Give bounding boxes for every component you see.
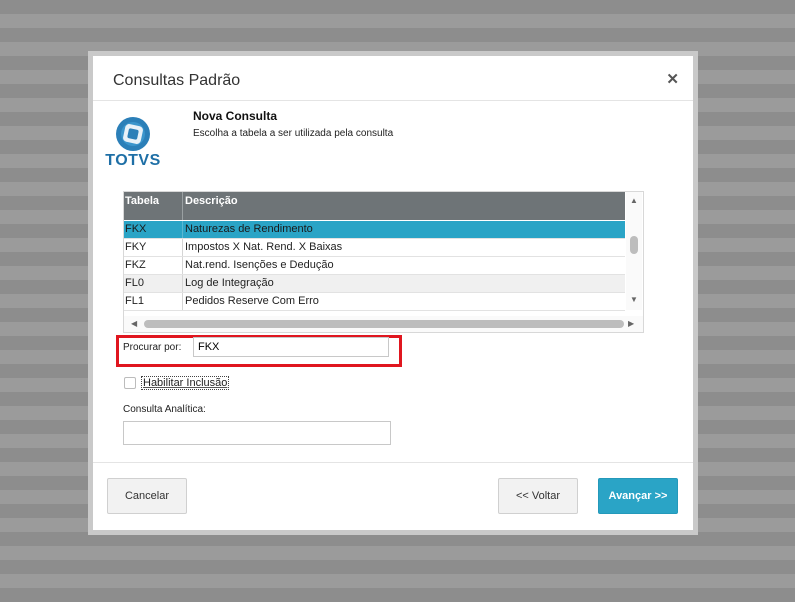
table-row[interactable]: FL1 Pedidos Reserve Com Erro (124, 293, 625, 311)
cell-descricao: Pedidos Reserve Com Erro (185, 295, 319, 307)
consultas-padrao-dialog: Consultas Padrão ✕ TOTVS Nova Consulta E… (93, 56, 693, 530)
dialog-titlebar: Consultas Padrão ✕ (93, 56, 693, 101)
table-row[interactable]: FL0 Log de Integração (124, 275, 625, 293)
consulta-analitica-input[interactable] (123, 421, 391, 445)
grid-header: Tabela Descrição (124, 192, 625, 220)
next-button[interactable]: Avançar >> (598, 478, 678, 514)
tables-grid: Tabela Descrição FKX Naturezas de Rendim… (123, 191, 644, 333)
scroll-left-icon[interactable]: ◀ (131, 319, 137, 328)
scroll-right-icon[interactable]: ▶ (628, 319, 634, 328)
cell-tabela: FL0 (125, 277, 144, 289)
totvs-logo: TOTVS (105, 112, 161, 172)
cell-descricao: Impostos X Nat. Rend. X Baixas (185, 241, 343, 253)
footer-divider (93, 462, 693, 463)
grid-horizontal-scrollbar[interactable]: ◀ ▶ (124, 316, 643, 332)
column-header-descricao[interactable]: Descrição (185, 195, 238, 207)
consulta-analitica-label: Consulta Analítica: (123, 404, 206, 415)
column-header-tabela[interactable]: Tabela (125, 195, 159, 207)
totvs-logo-mark (116, 117, 150, 151)
header-title: Nova Consulta (193, 109, 278, 123)
search-label: Procurar por: (123, 342, 182, 353)
cell-descricao: Naturezas de Rendimento (185, 223, 313, 235)
table-row[interactable]: FKZ Nat.rend. Isenções e Dedução (124, 257, 625, 275)
cell-tabela: FKZ (125, 259, 146, 271)
scroll-down-icon[interactable]: ▼ (630, 295, 638, 304)
grid-body: FKX Naturezas de Rendimento FKY Impostos… (124, 221, 625, 311)
cell-tabela: FL1 (125, 295, 144, 307)
logo-wordmark: TOTVS (105, 152, 161, 169)
close-icon[interactable]: ✕ (666, 70, 679, 88)
dialog-frame: Consultas Padrão ✕ TOTVS Nova Consulta E… (88, 51, 698, 535)
cell-tabela: FKY (125, 241, 147, 253)
dialog-title: Consultas Padrão (113, 72, 241, 89)
cancel-button[interactable]: Cancelar (107, 478, 187, 514)
habilitar-inclusao-label[interactable]: Habilitar Inclusão (141, 376, 230, 390)
grid-vertical-scrollbar[interactable]: ▲ ▼ (626, 192, 642, 310)
header-subtitle: Escolha a tabela a ser utilizada pela co… (193, 128, 394, 139)
habilitar-inclusao-checkbox[interactable] (124, 377, 136, 389)
scroll-up-icon[interactable]: ▲ (630, 196, 638, 205)
table-row[interactable]: FKY Impostos X Nat. Rend. X Baixas (124, 239, 625, 257)
cell-tabela: FKX (125, 223, 147, 235)
cell-descricao: Nat.rend. Isenções e Dedução (185, 259, 334, 271)
table-row[interactable]: FKX Naturezas de Rendimento (124, 221, 625, 239)
search-input[interactable] (193, 337, 389, 357)
vertical-scroll-thumb[interactable] (630, 236, 638, 254)
back-button[interactable]: << Voltar (498, 478, 578, 514)
horizontal-scroll-thumb[interactable] (144, 320, 624, 328)
cell-descricao: Log de Integração (185, 277, 274, 289)
